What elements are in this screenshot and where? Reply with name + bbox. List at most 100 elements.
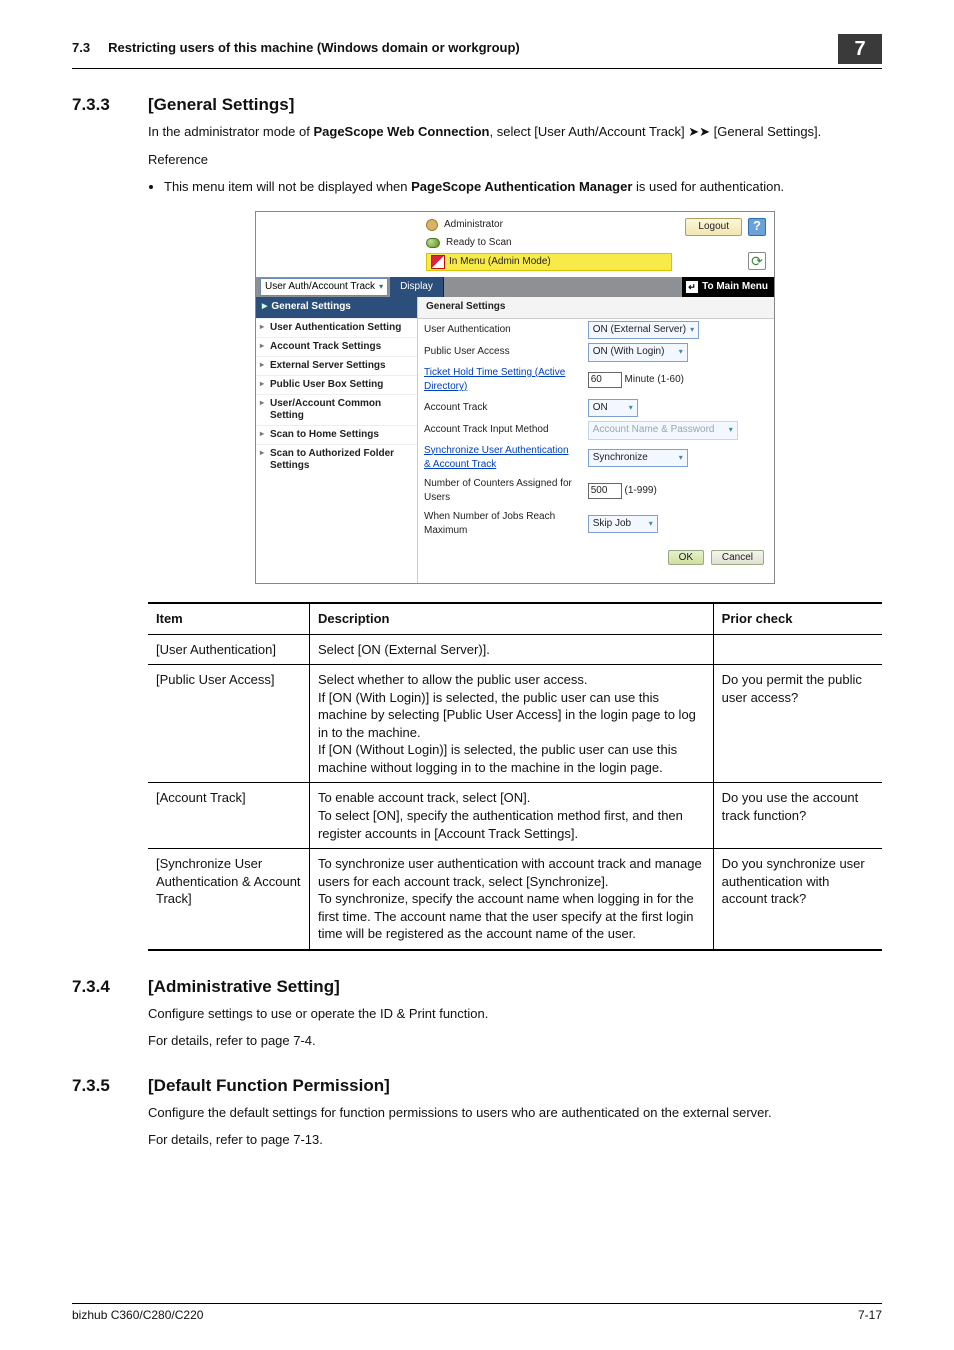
nav-item[interactable]: Account Track Settings [256,337,417,356]
header-title: Restricting users of this machine (Windo… [108,40,520,55]
select-value: Skip Job [593,517,631,532]
running-header: 7.3 Restricting users of this machine (W… [72,40,882,69]
cell-item: [Account Track] [148,783,309,849]
intro-arrow-icon: ➤➤ [688,125,710,140]
counters-input[interactable]: 500 [588,483,622,500]
col-prior: Prior check [713,603,882,634]
cell-prior: Do you synchronize user authentication w… [713,849,882,950]
header-section-number: 7.3 [72,40,90,55]
cell-desc: Select [ON (External Server)]. [309,634,713,665]
section-number: 7.3.4 [72,977,124,997]
select-value: Synchronize [593,451,648,466]
admin-label: Administrator [444,218,503,233]
nav-item[interactable]: Scan to Authorized Folder Settings [256,444,417,475]
table-row: [User Authentication] Select [ON (Extern… [148,634,882,665]
cell-item: [Public User Access] [148,665,309,783]
nav-bar: User Auth/Account Track Display ↵ To Mai… [256,277,774,297]
section-title: [Default Function Permission] [148,1076,390,1096]
bullet-product: PageScope Authentication Manager [411,179,632,194]
description-table: Item Description Prior check [User Authe… [148,602,882,951]
account-track-select[interactable]: ON [588,399,638,418]
col-item: Item [148,603,309,634]
public-user-select[interactable]: ON (With Login) [588,343,688,362]
reference-item: This menu item will not be displayed whe… [164,178,882,197]
section-number: 7.3.3 [72,95,124,115]
nav-item[interactable]: Public User Box Setting [256,375,417,394]
cell-desc: To synchronize user authentication with … [309,849,713,950]
counters-suffix: (1-999) [625,485,657,496]
section-title: [Administrative Setting] [148,977,340,997]
mode-icon [431,255,445,269]
nav-item[interactable]: User Authentication Setting [256,318,417,337]
section-text: Configure settings to use or operate the… [148,1005,882,1024]
row-label: Synchronize User Authentication & Accoun… [418,442,582,475]
footer-page: 7-17 [858,1308,882,1322]
select-value: ON [593,401,608,416]
ok-button[interactable]: OK [668,550,704,565]
input-method-select[interactable]: Account Name & Password [588,421,738,440]
cell-desc: To enable account track, select [ON]. To… [309,783,713,849]
logout-button[interactable]: Logout [685,218,742,237]
footer-model: bizhub C360/C280/C220 [72,1308,203,1322]
sync-select[interactable]: Synchronize [588,449,688,468]
intro-pre: In the administrator mode of [148,124,313,139]
col-desc: Description [309,603,713,634]
mode-banner: In Menu (Admin Mode) [426,253,672,272]
row-label: Account Track [418,397,582,420]
row-label: When Number of Jobs Reach Maximum [418,508,582,541]
side-nav: General Settings User Authentication Set… [256,297,418,583]
table-row: [Account Track] To enable account track,… [148,783,882,849]
category-select[interactable]: User Auth/Account Track [260,278,388,297]
to-main-icon: ↵ [686,281,698,293]
section-number: 7.3.5 [72,1076,124,1096]
reference-bullets: This menu item will not be displayed whe… [148,178,882,197]
max-jobs-select[interactable]: Skip Job [588,515,658,534]
intro-mid: , select [User Auth/Account Track] [490,124,689,139]
bullet-pre: This menu item will not be displayed whe… [164,179,411,194]
user-auth-select[interactable]: ON (External Server) [588,321,699,340]
help-button[interactable]: ? [748,218,766,236]
sync-link[interactable]: Synchronize User Authentication & Accoun… [424,445,569,471]
ticket-minutes-input[interactable]: 60 [588,372,622,389]
settings-form: User Authentication ON (External Server)… [418,319,774,541]
bullet-post: is used for authentication. [632,179,784,194]
ticket-link[interactable]: Ticket Hold Time Setting (Active Directo… [424,367,565,393]
cell-item: [Synchronize User Authentication & Accou… [148,849,309,950]
row-label: Number of Counters Assigned for Users [418,475,582,508]
nav-item[interactable]: User/Account Common Setting [256,394,417,425]
select-value: ON (With Login) [593,345,665,360]
cancel-button[interactable]: Cancel [711,550,764,565]
table-row: [Synchronize User Authentication & Accou… [148,849,882,950]
cell-prior: Do you permit the public user access? [713,665,882,783]
row-label: Account Track Input Method [418,419,582,442]
running-header-title: 7.3 Restricting users of this machine (W… [72,40,520,55]
section-text: Configure the default settings for funct… [148,1104,882,1123]
nav-item[interactable]: External Server Settings [256,356,417,375]
display-button[interactable]: Display [390,277,444,297]
embedded-screenshot: Administrator Logout ? Ready to Scan [255,211,775,585]
cell-prior: Do you use the account track function? [713,783,882,849]
section-7-3-3: 7.3.3 [General Settings] In the administ… [72,95,882,951]
section-text: For details, refer to page 7-13. [148,1131,882,1150]
page-footer: bizhub C360/C280/C220 7-17 [72,1303,882,1322]
refresh-button[interactable]: ⟳ [748,252,766,270]
nav-item[interactable]: Scan to Home Settings [256,425,417,444]
row-label: Ticket Hold Time Setting (Active Directo… [418,364,582,397]
section-text: For details, refer to page 7-4. [148,1032,882,1051]
side-nav-active[interactable]: General Settings [256,297,417,318]
status-text: Ready to Scan [446,236,512,251]
select-value: Account Name & Password [593,423,715,438]
to-main-menu-button[interactable]: ↵ To Main Menu [682,277,774,297]
select-value: ON (External Server) [593,323,686,338]
section-7-3-5: 7.3.5 [Default Function Permission] Conf… [72,1076,882,1150]
cell-item: [User Authentication] [148,634,309,665]
to-main-label: To Main Menu [702,280,768,295]
ticket-suffix: Minute (1-60) [625,374,684,385]
cell-prior [713,634,882,665]
section-title: [General Settings] [148,95,294,115]
chapter-badge: 7 [838,34,882,64]
intro-product: PageScope Web Connection [313,124,489,139]
section-7-3-4: 7.3.4 [Administrative Setting] Configure… [72,977,882,1051]
chapter-number: 7 [854,38,865,61]
status-indicator-icon [426,238,440,248]
